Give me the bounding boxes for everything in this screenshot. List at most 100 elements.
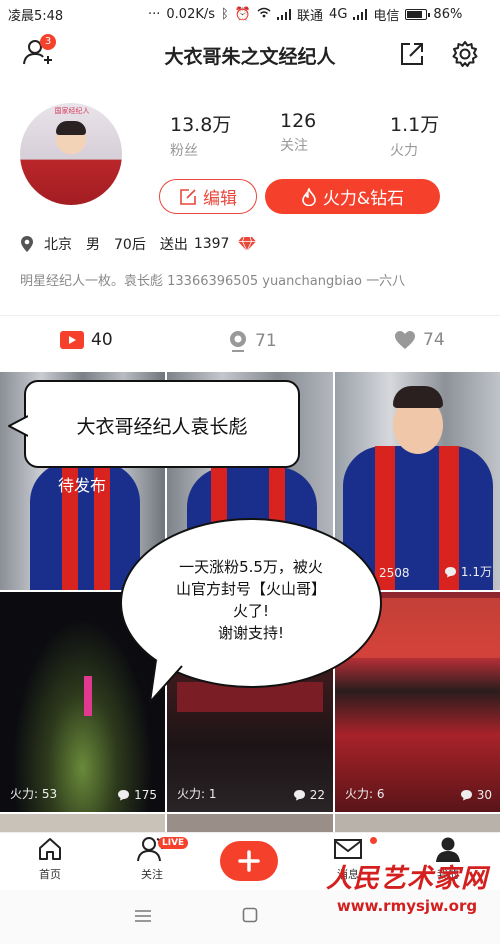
cell-comments: 22	[293, 788, 325, 802]
stat-value: 1.1万	[390, 114, 440, 136]
video-thumb[interactable]	[335, 814, 500, 832]
tab-live[interactable]: 71	[228, 330, 277, 352]
notification-badge: 3	[40, 34, 56, 50]
signal-icon	[277, 9, 292, 20]
battery-percent: 86%	[433, 7, 463, 22]
person-hair	[393, 386, 443, 408]
bubble-line: 火了!	[232, 602, 269, 620]
stat-label: 火力	[390, 143, 418, 159]
stat-value: 126	[280, 110, 317, 132]
city: 北京	[44, 237, 72, 253]
home-square-button[interactable]	[242, 907, 258, 927]
tab-likes[interactable]: 74	[394, 330, 445, 350]
divider	[0, 315, 500, 316]
nav-label: 关注	[141, 868, 163, 881]
wifi-icon	[257, 7, 271, 22]
network-type: 4G	[329, 7, 348, 22]
stat-following[interactable]: 126 关注	[280, 110, 316, 155]
firepower-diamond-button[interactable]: 火力&钻石	[265, 179, 440, 214]
speech-bubble-top: 大衣哥经纪人袁长彪	[24, 380, 300, 468]
speech-bubble-text: 一天涨粉5.5万，被火 山官方封号【火山哥】 火了! 谢谢支持!	[132, 556, 370, 644]
comment-icon	[444, 566, 456, 577]
comment-count: 175	[134, 788, 157, 802]
gift-count: 1397	[193, 236, 230, 252]
edit-icon	[180, 188, 196, 205]
video-thumb[interactable]	[0, 814, 165, 832]
nav-home[interactable]: 首页	[20, 835, 80, 882]
battery-icon	[405, 9, 431, 20]
signal-icon-2	[353, 9, 368, 20]
live-badge: LIVE	[158, 837, 189, 849]
comment-icon	[293, 790, 305, 801]
stat-fans[interactable]: 13.8万 粉丝	[170, 110, 231, 160]
network-speed: 0.02K/s	[166, 7, 216, 22]
nav-label: 首页	[39, 868, 61, 881]
home-icon	[39, 838, 61, 860]
menu-button[interactable]	[134, 908, 152, 927]
carrier-2: 电信	[373, 9, 400, 24]
stat-label: 粉丝	[170, 143, 198, 159]
tab-videos[interactable]: 40	[60, 330, 113, 350]
create-post-button[interactable]	[220, 841, 278, 881]
status-bar: 凌晨5:48 ··· 0.02K/s ᛒ ⏰ 联通 4G 电信 86%	[0, 0, 500, 28]
fire-label: 火力&钻石	[322, 189, 405, 209]
watermark-url: www.rmysjw.org	[336, 897, 478, 915]
gender: 男	[86, 237, 100, 253]
video-icon	[60, 331, 84, 349]
cell-firepower: 火力: 53	[10, 787, 58, 801]
status-right: ··· 0.02K/s ᛒ ⏰ 联通 4G 电信 86%	[148, 5, 462, 24]
gift-label: 送出	[159, 237, 188, 253]
stat-firepower[interactable]: 1.1万 火力	[390, 110, 439, 160]
cell-comments: 1.1万	[444, 563, 492, 580]
menu-icon	[135, 910, 151, 922]
cell-firepower: 火力: 1	[177, 787, 217, 801]
speech-bubble-tail	[8, 415, 28, 437]
comment-icon	[460, 790, 472, 801]
square-home-icon	[242, 907, 258, 923]
header: 3 大衣哥朱之文经纪人	[0, 28, 500, 80]
watermark-cn: 人民艺术家网	[325, 864, 488, 894]
comment-count: 30	[476, 788, 492, 802]
status-dots: ···	[148, 7, 161, 22]
camera-icon	[230, 331, 246, 352]
app-screen: 凌晨5:48 ··· 0.02K/s ᛒ ⏰ 联通 4G 电信 86% 3 大衣…	[0, 0, 500, 944]
battery-fill	[407, 11, 423, 18]
stage-light	[84, 676, 92, 716]
speech-bubble-tail	[149, 660, 183, 703]
video-thumb[interactable]	[167, 814, 333, 832]
tab-count: 40	[91, 330, 113, 350]
cell-firepower: 火力: 6	[345, 787, 385, 801]
alarm-icon: ⏰	[234, 7, 252, 22]
bubble-line: 谢谢支持!	[217, 624, 284, 642]
page-title: 大衣哥朱之文经纪人	[164, 46, 336, 68]
edit-profile-button[interactable]: 编辑	[159, 179, 257, 214]
plus-icon	[238, 850, 260, 872]
share-icon	[401, 43, 423, 65]
flame-icon	[302, 187, 316, 206]
cell-comments: 30	[460, 788, 492, 802]
cell-comments: 175	[117, 788, 157, 802]
tab-count: 71	[255, 331, 277, 351]
heart-icon	[395, 331, 415, 349]
comment-icon	[118, 790, 130, 801]
watermark: 人民艺术家网 www.rmysjw.org	[312, 858, 500, 915]
location-pin-icon	[21, 236, 33, 252]
message-dot	[370, 837, 377, 844]
avatar-sign-text: 国家经纪人	[54, 107, 90, 115]
status-time: 凌晨5:48	[8, 9, 64, 24]
pending-label: 待发布	[58, 476, 107, 495]
bio-text: 明星经纪人一枚。袁长彪 13366396505 yuanchangbiao 一六…	[20, 274, 406, 289]
comment-count: 22	[309, 788, 325, 802]
cell-views: 2508	[379, 566, 410, 580]
stat-value: 13.8万	[170, 114, 232, 136]
speech-bubble-text: 大衣哥经纪人袁长彪	[76, 416, 248, 438]
share-button[interactable]	[398, 40, 426, 68]
bubble-line: 一天涨粉5.5万，被火	[179, 558, 323, 576]
avatar-hair	[56, 121, 86, 135]
bluetooth-icon: ᛒ	[221, 7, 229, 22]
avatar[interactable]: 国家经纪人	[20, 103, 122, 205]
content-tabs: 40 71 74	[0, 326, 500, 360]
gear-icon	[452, 41, 478, 67]
comment-count: 1.1万	[460, 565, 492, 579]
settings-button[interactable]	[450, 39, 480, 69]
